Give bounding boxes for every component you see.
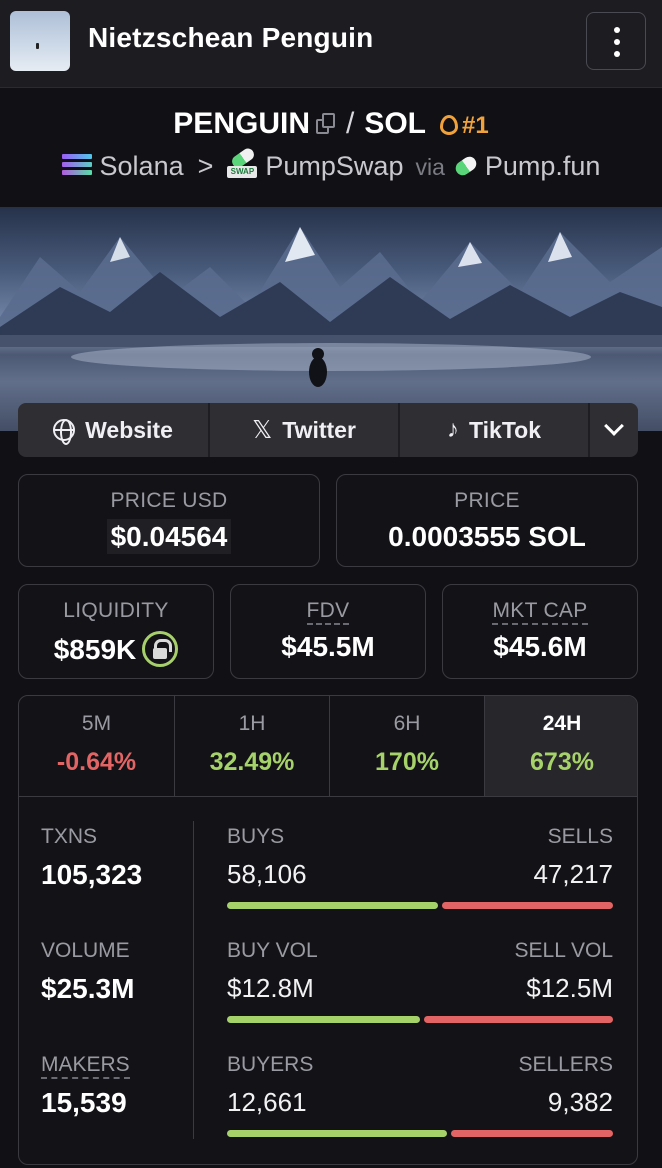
chain-link[interactable]: Solana bbox=[100, 151, 184, 181]
tab-6h[interactable]: 6H 170% bbox=[329, 696, 484, 796]
buys-bar bbox=[227, 902, 438, 909]
trending-rank[interactable]: #1 bbox=[440, 112, 489, 139]
tab-24h[interactable]: 24H 673% bbox=[484, 696, 637, 796]
more-options-button[interactable] bbox=[586, 12, 646, 70]
liquidity-lock-icon[interactable] bbox=[142, 631, 179, 667]
pair-info: PENGUIN / SOL #1 Solana > SWAP PumpSwap via Pump… bbox=[0, 89, 662, 207]
liquidity-card: LIQUIDITY $859K bbox=[18, 584, 214, 679]
txns-stat: TXNS 105,323 bbox=[41, 825, 143, 890]
market-cap-card: MKT CAP $45.6M bbox=[442, 584, 638, 679]
more-vertical-icon bbox=[614, 27, 620, 33]
buyers-bar bbox=[227, 1130, 447, 1137]
liquidity-value: $859K bbox=[53, 634, 137, 665]
mktcap-label[interactable]: MKT CAP bbox=[492, 599, 588, 625]
fdv-value: $45.5M bbox=[281, 631, 375, 662]
buy-volume-bar bbox=[227, 1016, 420, 1023]
price-usd-value: $0.04564 bbox=[106, 519, 232, 554]
buy-sell-volume-stat: BUY VOL SELL VOL $12.8M $12.5M bbox=[227, 911, 613, 1023]
market-cap-value: $45.6M bbox=[493, 631, 587, 662]
activity-panel: 5M -0.64% 1H 32.49% 6H 170% 24H 673% TXN… bbox=[18, 695, 638, 1165]
quote-symbol: SOL bbox=[364, 107, 426, 140]
makers-stat: MAKERS 15,539 bbox=[41, 1053, 130, 1118]
fire-icon bbox=[440, 115, 458, 135]
sells-bar bbox=[442, 902, 613, 909]
sell-volume-bar bbox=[424, 1016, 613, 1023]
pair-route: Solana > SWAP PumpSwap via Pump.fun bbox=[0, 146, 662, 182]
pair-title: PENGUIN / SOL #1 bbox=[173, 107, 489, 140]
tiktok-icon: ♪ bbox=[447, 416, 459, 443]
copy-icon[interactable] bbox=[315, 113, 336, 135]
base-symbol: PENGUIN bbox=[173, 107, 310, 140]
price-usd-card: PRICE USD $0.04564 bbox=[18, 474, 320, 567]
social-links: Website 𝕏 Twitter ♪ TikTok bbox=[18, 403, 638, 457]
price-native-card: PRICE 0.0003555 SOL bbox=[336, 474, 638, 567]
fdv-card: FDV $45.5M bbox=[230, 584, 426, 679]
token-avatar[interactable] bbox=[10, 11, 70, 71]
pumpfun-icon bbox=[452, 153, 479, 179]
chevron-down-icon bbox=[604, 416, 624, 436]
buyers-sellers-stat: BUYERS SELLERS 12,661 9,382 bbox=[227, 1025, 613, 1137]
price-native-value: 0.0003555 SOL bbox=[388, 521, 586, 552]
x-logo-icon: 𝕏 bbox=[252, 416, 273, 444]
chevron-right-icon: > bbox=[197, 151, 214, 181]
twitter-button[interactable]: 𝕏 Twitter bbox=[208, 403, 398, 457]
fdv-label[interactable]: FDV bbox=[306, 599, 350, 625]
tab-1h[interactable]: 1H 32.49% bbox=[174, 696, 329, 796]
token-name: Nietzschean Penguin bbox=[88, 22, 374, 53]
solana-icon bbox=[61, 154, 92, 178]
buys-sells-stat: BUYS SELLS 58,106 47,217 bbox=[227, 797, 613, 909]
timeframe-tabs: 5M -0.64% 1H 32.49% 6H 170% 24H 673% bbox=[19, 696, 637, 797]
website-button[interactable]: Website bbox=[18, 403, 208, 457]
volume-stat: VOLUME $25.3M bbox=[41, 939, 135, 1004]
dex-link[interactable]: PumpSwap bbox=[265, 151, 403, 181]
top-bar: Nietzschean Penguin bbox=[0, 0, 662, 88]
globe-icon bbox=[53, 419, 76, 445]
more-links-button[interactable] bbox=[588, 403, 638, 457]
sellers-bar bbox=[451, 1130, 613, 1137]
pumpswap-icon: SWAP bbox=[227, 146, 258, 180]
launchpad-link[interactable]: Pump.fun bbox=[485, 151, 601, 181]
tab-5m[interactable]: 5M -0.64% bbox=[19, 696, 174, 796]
column-divider bbox=[193, 821, 194, 1139]
token-banner-image bbox=[0, 207, 662, 431]
tiktok-button[interactable]: ♪ TikTok bbox=[398, 403, 588, 457]
